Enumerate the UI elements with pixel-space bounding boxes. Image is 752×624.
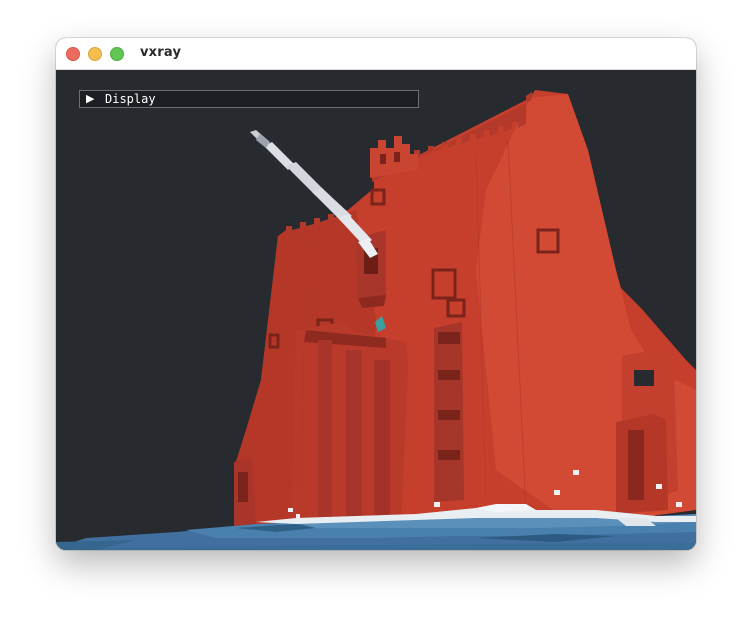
render-viewport[interactable]: ▶ Display [56, 70, 696, 550]
display-panel-label: Display [105, 92, 156, 106]
window-title: vxray [140, 45, 182, 60]
app-window: vxray ▶ Display [56, 38, 696, 550]
zoom-window-button[interactable] [110, 47, 124, 61]
triangle-right-icon[interactable]: ▶ [86, 92, 94, 105]
display-panel-header[interactable]: ▶ Display [79, 90, 419, 108]
title-bar[interactable]: vxray [56, 38, 696, 70]
close-window-button[interactable] [66, 47, 80, 61]
minimize-window-button[interactable] [88, 47, 102, 61]
voxel-scene [56, 70, 696, 550]
